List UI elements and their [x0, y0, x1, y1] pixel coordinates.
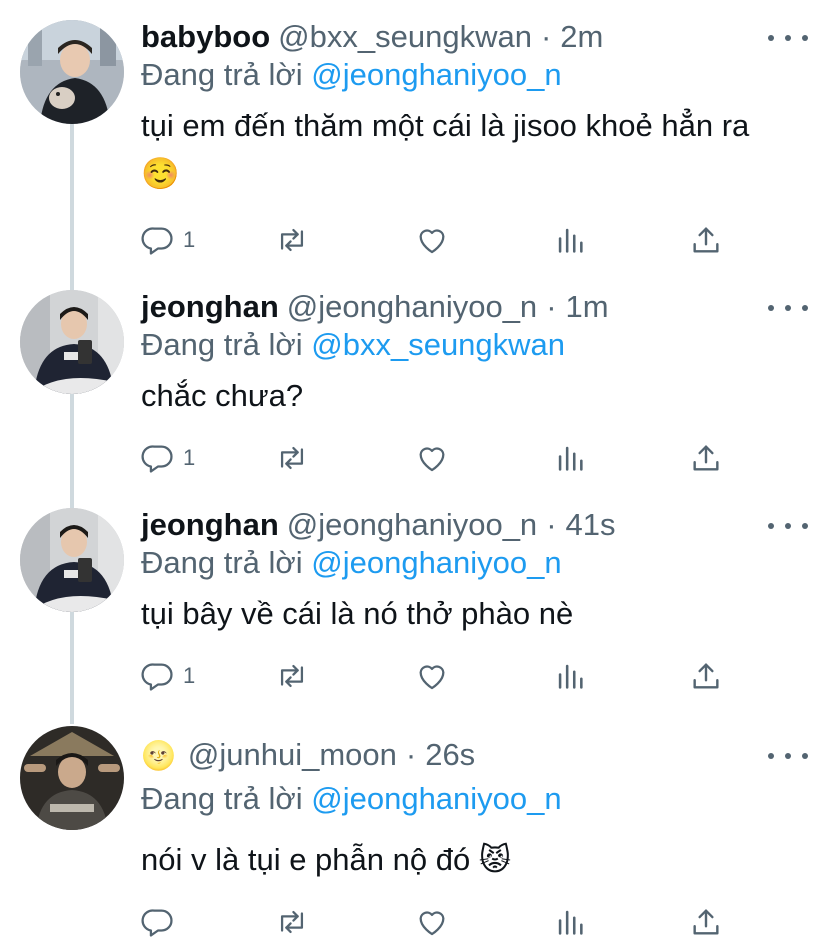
analytics-icon [558, 228, 583, 253]
reply-icon [141, 663, 173, 691]
views-button[interactable] [553, 902, 587, 942]
action-bar [141, 902, 741, 942]
tweet-header: jeonghan @jeonghaniyoo_n · 1m [141, 288, 808, 326]
like-button[interactable] [415, 438, 449, 478]
reply-icon [141, 445, 173, 473]
action-bar: 1 [141, 656, 741, 696]
retweet-icon [280, 446, 304, 470]
views-button[interactable] [553, 656, 587, 696]
tweet-text: tụi em đến thăm một cái là jisoo khoẻ hẳ… [141, 108, 750, 191]
tweet[interactable]: babyboo @bxx_seungkwan · 2m Đang trả lời… [0, 0, 828, 270]
replying-to: Đang trả lời @bxx_seungkwan [141, 326, 808, 364]
replying-to: Đang trả lời @jeonghaniyoo_n [141, 56, 808, 94]
mention-link[interactable]: @bxx_seungkwan [311, 327, 565, 362]
heart-icon [419, 447, 445, 472]
replying-to-label: Đang trả lời [141, 327, 303, 362]
display-name[interactable]: babyboo [141, 18, 270, 56]
reply-button[interactable]: 1 [141, 438, 195, 478]
analytics-icon [558, 910, 583, 935]
retweet-icon [280, 664, 304, 688]
tweet[interactable]: 🌝 @junhui_moon · 26s Đang trả lời @jeong… [0, 706, 828, 945]
tweet[interactable]: jeonghan @jeonghaniyoo_n · 41s Đang trả … [0, 488, 828, 706]
like-button[interactable] [415, 656, 449, 696]
analytics-icon [558, 664, 583, 689]
heart-icon [419, 911, 445, 936]
avatar[interactable] [20, 20, 124, 124]
timestamp[interactable]: 2m [560, 18, 603, 56]
tweet-text: chắc chưa? [141, 378, 304, 413]
heart-icon [419, 665, 445, 690]
share-icon [693, 445, 719, 471]
heart-icon [419, 229, 445, 254]
tweet-header: 🌝 @junhui_moon · 26s [141, 736, 808, 774]
replying-to-label: Đang trả lời [141, 545, 303, 580]
share-icon [693, 227, 719, 253]
action-bar: 1 [141, 220, 741, 260]
replying-to-label: Đang trả lời [141, 57, 303, 92]
handle[interactable]: @jeonghaniyoo_n [287, 288, 537, 326]
reply-icon [141, 227, 173, 255]
views-button[interactable] [553, 438, 587, 478]
more-icon[interactable] [768, 514, 808, 538]
share-button[interactable] [689, 438, 723, 478]
tweet-text: tụi bây về cái là nó thở phào nè [141, 596, 574, 631]
separator: · [546, 507, 557, 542]
separator: · [405, 737, 417, 772]
display-name[interactable]: jeonghan [141, 288, 279, 326]
more-icon[interactable] [768, 26, 808, 50]
more-icon[interactable] [768, 744, 808, 768]
tweet-text: nói v là tụi e phẫn nộ đó 😾 [141, 842, 512, 877]
reply-count: 1 [183, 663, 196, 688]
share-button[interactable] [689, 220, 723, 260]
mention-link[interactable]: @jeonghaniyoo_n [311, 781, 561, 816]
mention-link[interactable]: @jeonghaniyoo_n [311, 545, 561, 580]
share-icon [693, 909, 719, 935]
avatar[interactable] [20, 290, 124, 394]
retweet-button[interactable] [275, 220, 309, 260]
like-button[interactable] [415, 220, 449, 260]
reply-button[interactable]: 1 [141, 220, 195, 260]
views-button[interactable] [553, 220, 587, 260]
timestamp[interactable]: 26s [425, 736, 475, 774]
tweet-header: jeonghan @jeonghaniyoo_n · 41s [141, 506, 808, 544]
action-bar: 1 [141, 438, 741, 478]
reply-count: 1 [183, 445, 196, 470]
more-icon[interactable] [768, 296, 808, 320]
reply-button[interactable] [141, 902, 175, 942]
mention-link[interactable]: @jeonghaniyoo_n [311, 57, 561, 92]
display-name[interactable]: 🌝 [141, 737, 176, 775]
retweet-icon [280, 910, 304, 934]
replying-to: Đang trả lời @jeonghaniyoo_n [141, 544, 808, 582]
avatar[interactable] [20, 726, 124, 830]
avatar[interactable] [20, 508, 124, 612]
analytics-icon [558, 446, 583, 471]
share-button[interactable] [689, 656, 723, 696]
share-icon [693, 663, 719, 689]
handle[interactable]: @junhui_moon [188, 736, 397, 774]
share-button[interactable] [689, 902, 723, 942]
like-button[interactable] [415, 902, 449, 942]
retweet-button[interactable] [275, 902, 309, 942]
reply-count: 1 [183, 227, 196, 252]
tweet-header: babyboo @bxx_seungkwan · 2m [141, 18, 808, 56]
reply-button[interactable]: 1 [141, 656, 195, 696]
timestamp[interactable]: 1m [566, 288, 609, 326]
handle[interactable]: @bxx_seungkwan [278, 18, 532, 56]
handle[interactable]: @jeonghaniyoo_n [287, 506, 537, 544]
replying-to-label: Đang trả lời [141, 781, 303, 816]
reply-icon [141, 909, 173, 937]
tweet[interactable]: jeonghan @jeonghaniyoo_n · 1m Đang trả l… [0, 270, 828, 488]
retweet-icon [280, 228, 304, 252]
retweet-button[interactable] [275, 438, 309, 478]
retweet-button[interactable] [275, 656, 309, 696]
separator: · [546, 289, 557, 324]
separator: · [540, 19, 552, 54]
timestamp[interactable]: 41s [566, 506, 616, 544]
display-name[interactable]: jeonghan [141, 506, 279, 544]
replying-to: Đang trả lời @jeonghaniyoo_n [141, 780, 808, 818]
